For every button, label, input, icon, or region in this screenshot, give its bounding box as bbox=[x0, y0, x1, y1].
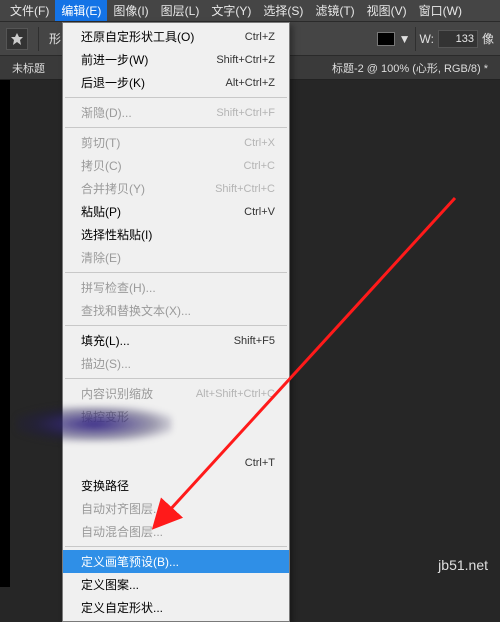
menu-item-label: 剪切(T) bbox=[81, 134, 120, 151]
menu-item-shortcut: Ctrl+C bbox=[244, 160, 275, 172]
menu-separator bbox=[65, 272, 287, 273]
custom-shape-icon bbox=[10, 32, 24, 46]
menu-item-shortcut: Alt+Ctrl+Z bbox=[225, 77, 275, 89]
menu-type[interactable]: 文字(Y) bbox=[205, 0, 257, 21]
width-input[interactable] bbox=[438, 30, 478, 48]
canvas-edge bbox=[0, 80, 10, 587]
menu-item-shortcut: Ctrl+X bbox=[244, 137, 275, 149]
toolbar-separator bbox=[38, 27, 39, 51]
menu-item-label: 合并拷贝(Y) bbox=[81, 180, 145, 197]
menu-edit[interactable]: 编辑(E) bbox=[55, 0, 107, 21]
menu-item: 渐隐(D)... Shift+Ctrl+F bbox=[63, 101, 289, 124]
width-label: W: bbox=[420, 32, 434, 46]
menu-item: 拼写检查(H)... bbox=[63, 276, 289, 299]
menu-item: 内容识别缩放 Alt+Shift+Ctrl+C bbox=[63, 382, 289, 405]
menu-item-label: 内容识别缩放 bbox=[81, 385, 153, 402]
menu-item-label: 自动对齐图层... bbox=[81, 500, 163, 517]
menu-separator bbox=[65, 546, 287, 547]
menu-item[interactable]: 前进一步(W) Shift+Ctrl+Z bbox=[63, 48, 289, 71]
menu-item-label: 粘贴(P) bbox=[81, 203, 121, 220]
menu-image[interactable]: 图像(I) bbox=[107, 0, 154, 21]
menu-bar: 文件(F) 编辑(E) 图像(I) 图层(L) 文字(Y) 选择(S) 滤镜(T… bbox=[0, 0, 500, 22]
menu-item-label: 变换路径 bbox=[81, 477, 129, 494]
fill-swatch[interactable] bbox=[377, 32, 395, 46]
menu-item[interactable]: 定义自定形状... bbox=[63, 596, 289, 619]
menu-item: 合并拷贝(Y) Shift+Ctrl+C bbox=[63, 177, 289, 200]
tool-icon[interactable] bbox=[6, 28, 28, 50]
menu-item-label: 清除(E) bbox=[81, 249, 121, 266]
menu-item[interactable]: 粘贴(P) Ctrl+V bbox=[63, 200, 289, 223]
menu-item: 清除(E) bbox=[63, 246, 289, 269]
document-tab[interactable]: 未标题 bbox=[6, 58, 51, 78]
menu-item-shortcut: Ctrl+T bbox=[245, 457, 275, 469]
menu-file[interactable]: 文件(F) bbox=[4, 0, 55, 21]
menu-item-label: 描边(S)... bbox=[81, 355, 131, 372]
menu-item-label: 后退一步(K) bbox=[81, 74, 145, 91]
shape-mode-label: 形 bbox=[49, 30, 61, 47]
menu-item-label: 查找和替换文本(X)... bbox=[81, 302, 191, 319]
menu-item[interactable]: 定义图案... bbox=[63, 573, 289, 596]
menu-item-shortcut: Shift+Ctrl+Z bbox=[216, 54, 275, 66]
menu-item: 自动混合图层... bbox=[63, 520, 289, 543]
menu-item-label: 自动混合图层... bbox=[81, 523, 163, 540]
shape-mode-dropdown[interactable]: 形 bbox=[49, 30, 61, 47]
menu-item[interactable]: 还原自定形状工具(O) Ctrl+Z bbox=[63, 25, 289, 48]
menu-select[interactable]: 选择(S) bbox=[257, 0, 309, 21]
menu-item[interactable]: 选择性粘贴(I) bbox=[63, 223, 289, 246]
menu-item[interactable]: 变换路径 bbox=[63, 474, 289, 497]
menu-item: 拷贝(C) Ctrl+C bbox=[63, 154, 289, 177]
menu-item-label: 定义画笔预设(B)... bbox=[81, 553, 179, 570]
menu-item[interactable]: 后退一步(K) Alt+Ctrl+Z bbox=[63, 71, 289, 94]
document-tab[interactable]: 标题-2 @ 100% (心形, RGB/8) * bbox=[326, 58, 494, 78]
menu-item: 自动对齐图层... bbox=[63, 497, 289, 520]
menu-item-label: 定义图案... bbox=[81, 576, 139, 593]
menu-item: 剪切(T) Ctrl+X bbox=[63, 131, 289, 154]
menu-item-shortcut: Shift+Ctrl+C bbox=[215, 183, 275, 195]
chevron-down-icon: ▼ bbox=[399, 32, 411, 46]
menu-item-label: 选择性粘贴(I) bbox=[81, 226, 152, 243]
menu-item-label: 拷贝(C) bbox=[81, 157, 122, 174]
menu-item-shortcut: Alt+Shift+Ctrl+C bbox=[196, 388, 275, 400]
menu-item-shortcut: Ctrl+V bbox=[244, 206, 275, 218]
menu-item-label: 渐隐(D)... bbox=[81, 104, 132, 121]
menu-item-label bbox=[81, 454, 93, 471]
watermark: jb51.net bbox=[438, 557, 488, 573]
menu-separator bbox=[65, 378, 287, 379]
menu-item[interactable]: 填充(L)... Shift+F5 bbox=[63, 329, 289, 352]
menu-view[interactable]: 视图(V) bbox=[361, 0, 413, 21]
menu-separator bbox=[65, 127, 287, 128]
menu-item-label: 填充(L)... bbox=[81, 332, 130, 349]
menu-item-label: 前进一步(W) bbox=[81, 51, 148, 68]
menu-layer[interactable]: 图层(L) bbox=[155, 0, 206, 21]
menu-item-shortcut: Shift+F5 bbox=[234, 335, 275, 347]
menu-item-shortcut: Ctrl+Z bbox=[245, 31, 275, 43]
menu-item[interactable]: 定义画笔预设(B)... bbox=[63, 550, 289, 573]
menu-filter[interactable]: 滤镜(T) bbox=[309, 0, 360, 21]
menu-separator bbox=[65, 97, 287, 98]
menu-item: 描边(S)... bbox=[63, 352, 289, 375]
toolbar-separator bbox=[415, 27, 416, 51]
menu-item-shortcut: Shift+Ctrl+F bbox=[216, 107, 275, 119]
annotation-blur bbox=[16, 406, 172, 442]
width-unit: 像 bbox=[482, 30, 494, 47]
menu-separator bbox=[65, 325, 287, 326]
menu-window[interactable]: 窗口(W) bbox=[413, 0, 468, 21]
menu-item-label: 还原自定形状工具(O) bbox=[81, 28, 194, 45]
menu-item-label: 拼写检查(H)... bbox=[81, 279, 156, 296]
edit-menu-dropdown: 还原自定形状工具(O) Ctrl+Z 前进一步(W) Shift+Ctrl+Z 后退一步… bbox=[62, 22, 290, 622]
menu-item-label: 定义自定形状... bbox=[81, 599, 163, 616]
menu-item[interactable]: Ctrl+T bbox=[63, 451, 289, 474]
menu-item: 查找和替换文本(X)... bbox=[63, 299, 289, 322]
